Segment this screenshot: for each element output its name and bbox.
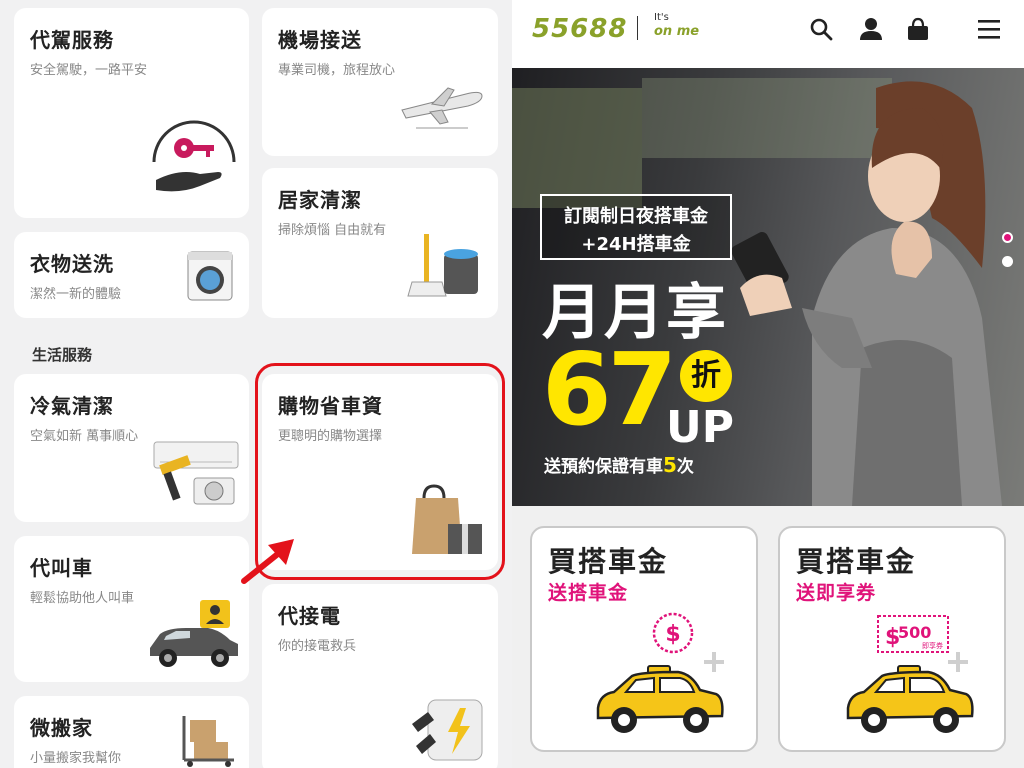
buy-card-title: 買搭車金	[796, 545, 917, 578]
voucher-ticket-icon: $ 500 即享券	[877, 615, 949, 653]
promo-line-2: +24H搭車金	[581, 234, 691, 255]
buy-card-subtitle: 送即享券	[796, 582, 877, 604]
service-card-laundry[interactable]: 衣物送洗 潔然一新的體驗	[14, 232, 249, 318]
promo-note: 送預約保證有車5次	[544, 452, 694, 477]
battery-jumper-icon	[412, 699, 483, 761]
promo-note-count: 5	[663, 453, 677, 477]
service-subtitle: 安全駕駛，一路平安	[30, 63, 148, 78]
service-card-call-car[interactable]: 代叫車 輕鬆協助他人叫車	[14, 536, 249, 682]
car-person-icon	[150, 600, 238, 667]
logo-divider	[637, 16, 638, 40]
air-conditioner-icon	[153, 441, 239, 505]
washing-machine-icon	[187, 251, 233, 301]
service-card-moving[interactable]: 微搬家 小量搬家我幫你	[14, 696, 249, 768]
promo-subscription-box: 訂閱制日夜搭車金 +24H搭車金	[540, 194, 732, 260]
buy-card-subtitle: 送搭車金	[548, 582, 629, 604]
taxi-icon	[846, 665, 974, 733]
app-home-panel: 55688 It's on me 訂閱制日夜搭車金 +24H搭車金 月月享 67…	[512, 0, 1024, 768]
service-card-jumpstart[interactable]: 代接電 你的接電救兵	[262, 584, 498, 768]
buy-card-instant-voucher[interactable]: 買搭車金 送即享券 $ 500 即享券	[778, 526, 1006, 752]
tagline-bottom: on me	[654, 24, 700, 39]
buy-card-title: 買搭車金	[548, 545, 669, 578]
dollar-coin-icon: $	[652, 612, 694, 654]
promo-banner[interactable]: 訂閱制日夜搭車金 +24H搭車金 月月享 67 折 UP 送預約保證有車5次	[512, 68, 1024, 506]
brand-tagline: It's on me	[650, 10, 710, 50]
svg-text:$: $	[665, 622, 680, 647]
promo-discount-number: 67	[542, 331, 677, 448]
service-card-aircon[interactable]: 冷氣清潔 空氣如新 萬事順心	[14, 374, 249, 522]
search-icon[interactable]	[808, 16, 834, 42]
promo-discount-unit: 折	[680, 350, 732, 402]
promo-note-suffix: 次	[676, 457, 694, 477]
service-title: 機場接送	[278, 28, 362, 52]
voucher-label: 即享券	[922, 641, 943, 650]
brand-logo[interactable]: 55688	[532, 14, 627, 44]
shopping-bag-icon[interactable]	[905, 16, 931, 42]
car-key-hand-icon	[152, 120, 236, 192]
service-title: 代駕服務	[30, 28, 114, 52]
tagline-top: It's	[654, 12, 669, 23]
menu-icon[interactable]	[976, 16, 1002, 42]
top-bar: 55688 It's on me	[512, 0, 1024, 68]
service-card-airport[interactable]: 機場接送 專業司機，旅程放心	[262, 8, 498, 156]
red-arrow-icon	[241, 539, 294, 584]
service-menu-panel: 代駕服務 安全駕駛，一路平安 機場接送 專業司機，旅程放心 居家清潔 掃除煩惱 …	[0, 0, 512, 768]
voucher-amount: 500	[898, 623, 931, 642]
carousel-dot-active[interactable]	[1002, 232, 1013, 243]
service-title: 代接電	[278, 604, 341, 628]
mop-bucket-icon	[407, 234, 478, 297]
service-subtitle: 專業司機，旅程放心	[278, 63, 396, 78]
service-title: 冷氣清潔	[30, 394, 114, 418]
promo-discount-suffix: UP	[666, 402, 734, 453]
promo-line-1: 訂閱制日夜搭車金	[564, 206, 708, 227]
airplane-icon	[401, 87, 483, 129]
service-card-driver[interactable]: 代駕服務 安全駕駛，一路平安	[14, 8, 249, 218]
user-icon[interactable]	[858, 16, 884, 42]
section-label-life-services: 生活服務	[32, 346, 93, 364]
service-title: 代叫車	[30, 556, 93, 580]
moving-cart-icon	[182, 716, 234, 767]
service-subtitle: 你的接電救兵	[278, 639, 357, 654]
service-card-cleaning[interactable]: 居家清潔 掃除煩惱 自由就有	[262, 168, 498, 318]
buy-card-ride-credit[interactable]: 買搭車金 送搭車金 $	[530, 526, 758, 752]
promo-note-prefix: 送預約保證有車	[544, 457, 663, 477]
taxi-icon	[596, 665, 724, 733]
service-title: 居家清潔	[278, 188, 362, 212]
carousel-dot[interactable]	[1002, 256, 1013, 267]
